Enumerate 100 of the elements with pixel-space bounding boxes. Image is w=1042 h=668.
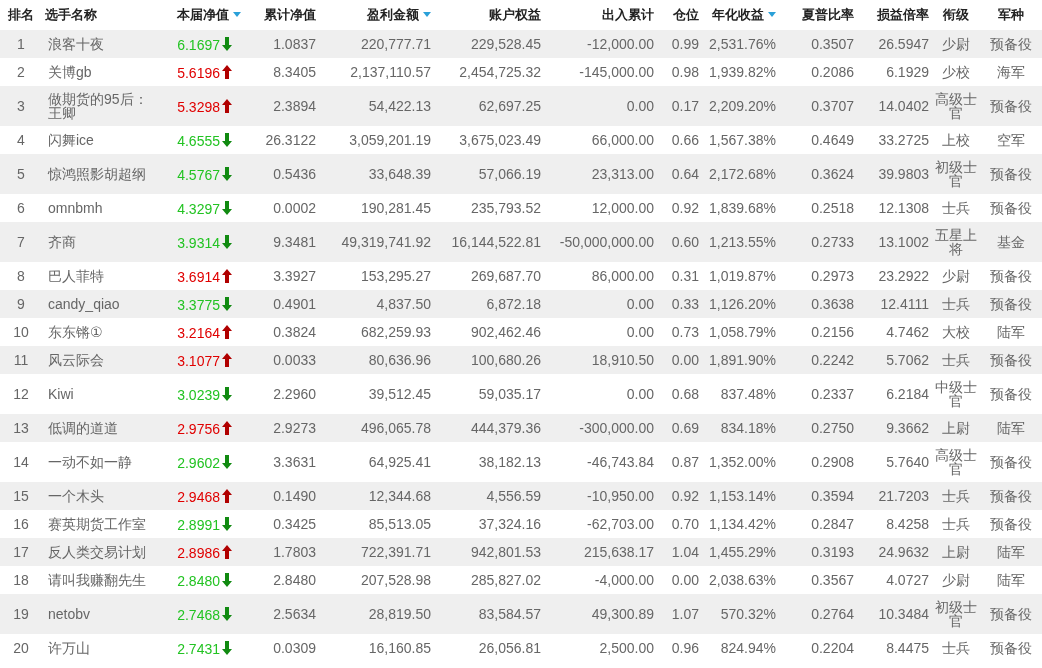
flows-cell: 2,500.00	[544, 634, 657, 662]
column-header: 账户权益	[434, 0, 544, 30]
cumulative-nav-cell: 0.0033	[244, 346, 319, 374]
up-arrow-icon	[222, 420, 232, 435]
rank-cell: 4	[0, 126, 42, 154]
profit-cell: 64,925.41	[319, 442, 434, 482]
equity-cell: 229,528.45	[434, 30, 544, 58]
cumulative-nav-cell: 2.3894	[244, 86, 319, 126]
column-header: 出入累计	[544, 0, 657, 30]
down-arrow-icon	[222, 572, 232, 587]
name-cell: 浪客十夜	[42, 30, 164, 58]
profit-cell: 4,837.50	[319, 290, 434, 318]
position-cell: 0.96	[657, 634, 702, 662]
down-arrow-icon	[222, 454, 232, 469]
profit-cell: 28,819.50	[319, 594, 434, 634]
position-cell: 0.17	[657, 86, 702, 126]
sharpe-cell: 0.3507	[779, 30, 857, 58]
profit-cell: 80,636.96	[319, 346, 434, 374]
up-arrow-icon	[222, 324, 232, 339]
rank-title-cell: 士兵	[932, 634, 980, 662]
sharpe-cell: 0.3624	[779, 154, 857, 194]
sharpe-cell: 0.3594	[779, 482, 857, 510]
column-header[interactable]: 年化收益	[702, 0, 779, 30]
pl-ratio-cell: 8.4475	[857, 634, 932, 662]
equity-cell: 100,680.26	[434, 346, 544, 374]
cumulative-nav-cell: 0.4901	[244, 290, 319, 318]
equity-cell: 3,675,023.49	[434, 126, 544, 154]
flows-cell: 0.00	[544, 374, 657, 414]
position-cell: 1.07	[657, 594, 702, 634]
column-header: 军种	[980, 0, 1042, 30]
profit-cell: 496,065.78	[319, 414, 434, 442]
rank-cell: 14	[0, 442, 42, 482]
sharpe-cell: 0.3707	[779, 86, 857, 126]
rank-cell: 6	[0, 194, 42, 222]
down-arrow-icon	[222, 386, 232, 401]
nav-value: 2.7431	[177, 640, 220, 657]
annual-return-cell: 1,455.29%	[702, 538, 779, 566]
sharpe-cell: 0.2086	[779, 58, 857, 86]
sharpe-cell: 0.3638	[779, 290, 857, 318]
profit-cell: 220,777.71	[319, 30, 434, 58]
up-arrow-icon	[222, 98, 232, 113]
pl-ratio-cell: 21.7203	[857, 482, 932, 510]
branch-cell: 预备役	[980, 594, 1042, 634]
profit-cell: 207,528.98	[319, 566, 434, 594]
column-header: 衔级	[932, 0, 980, 30]
annual-return-cell: 824.94%	[702, 634, 779, 662]
rank-title-cell: 上尉	[932, 414, 980, 442]
annual-return-cell: 2,209.20%	[702, 86, 779, 126]
equity-cell: 269,687.70	[434, 262, 544, 290]
column-header[interactable]: 盈利金额	[319, 0, 434, 30]
nav-value: 4.6555	[177, 132, 220, 149]
rank-cell: 7	[0, 222, 42, 262]
nav-value: 3.6914	[177, 268, 220, 285]
annual-return-cell: 2,172.68%	[702, 154, 779, 194]
annual-return-cell: 1,019.87%	[702, 262, 779, 290]
branch-cell: 预备役	[980, 482, 1042, 510]
cumulative-nav-cell: 0.3824	[244, 318, 319, 346]
name-cell: 惊鸿照影胡超纲	[42, 154, 164, 194]
name-cell: Kiwi	[42, 374, 164, 414]
equity-cell: 59,035.17	[434, 374, 544, 414]
column-header: 选手名称	[42, 0, 164, 30]
name-cell: 关博gb	[42, 58, 164, 86]
name-cell: 闪舞ice	[42, 126, 164, 154]
position-cell: 0.66	[657, 126, 702, 154]
sharpe-cell: 0.2156	[779, 318, 857, 346]
sharpe-cell: 0.3193	[779, 538, 857, 566]
annual-return-cell: 1,567.38%	[702, 126, 779, 154]
up-arrow-icon	[222, 268, 232, 283]
rank-title-cell: 上尉	[932, 538, 980, 566]
rank-title-cell: 少尉	[932, 566, 980, 594]
equity-cell: 57,066.19	[434, 154, 544, 194]
sharpe-cell: 0.2204	[779, 634, 857, 662]
name-cell: 一动不如一静	[42, 442, 164, 482]
sharpe-cell: 0.4649	[779, 126, 857, 154]
pl-ratio-cell: 6.1929	[857, 58, 932, 86]
down-arrow-icon	[222, 132, 232, 147]
nav-value: 5.6196	[177, 64, 220, 81]
cumulative-nav-cell: 2.5634	[244, 594, 319, 634]
profit-cell: 85,513.05	[319, 510, 434, 538]
flows-cell: -300,000.00	[544, 414, 657, 442]
sharpe-cell: 0.2973	[779, 262, 857, 290]
pl-ratio-cell: 24.9632	[857, 538, 932, 566]
rank-title-cell: 士兵	[932, 290, 980, 318]
position-cell: 0.31	[657, 262, 702, 290]
down-arrow-icon	[222, 200, 232, 215]
position-cell: 0.99	[657, 30, 702, 58]
rank-cell: 9	[0, 290, 42, 318]
column-header[interactable]: 本届净值	[164, 0, 244, 30]
profit-cell: 190,281.45	[319, 194, 434, 222]
down-arrow-icon	[222, 36, 232, 51]
cumulative-nav-cell: 0.0309	[244, 634, 319, 662]
rank-cell: 11	[0, 346, 42, 374]
rank-cell: 18	[0, 566, 42, 594]
up-arrow-icon	[222, 64, 232, 79]
pl-ratio-cell: 4.7462	[857, 318, 932, 346]
down-arrow-icon	[222, 640, 232, 655]
rank-cell: 8	[0, 262, 42, 290]
cumulative-nav-cell: 26.3122	[244, 126, 319, 154]
position-cell: 0.98	[657, 58, 702, 86]
flows-cell: 12,000.00	[544, 194, 657, 222]
